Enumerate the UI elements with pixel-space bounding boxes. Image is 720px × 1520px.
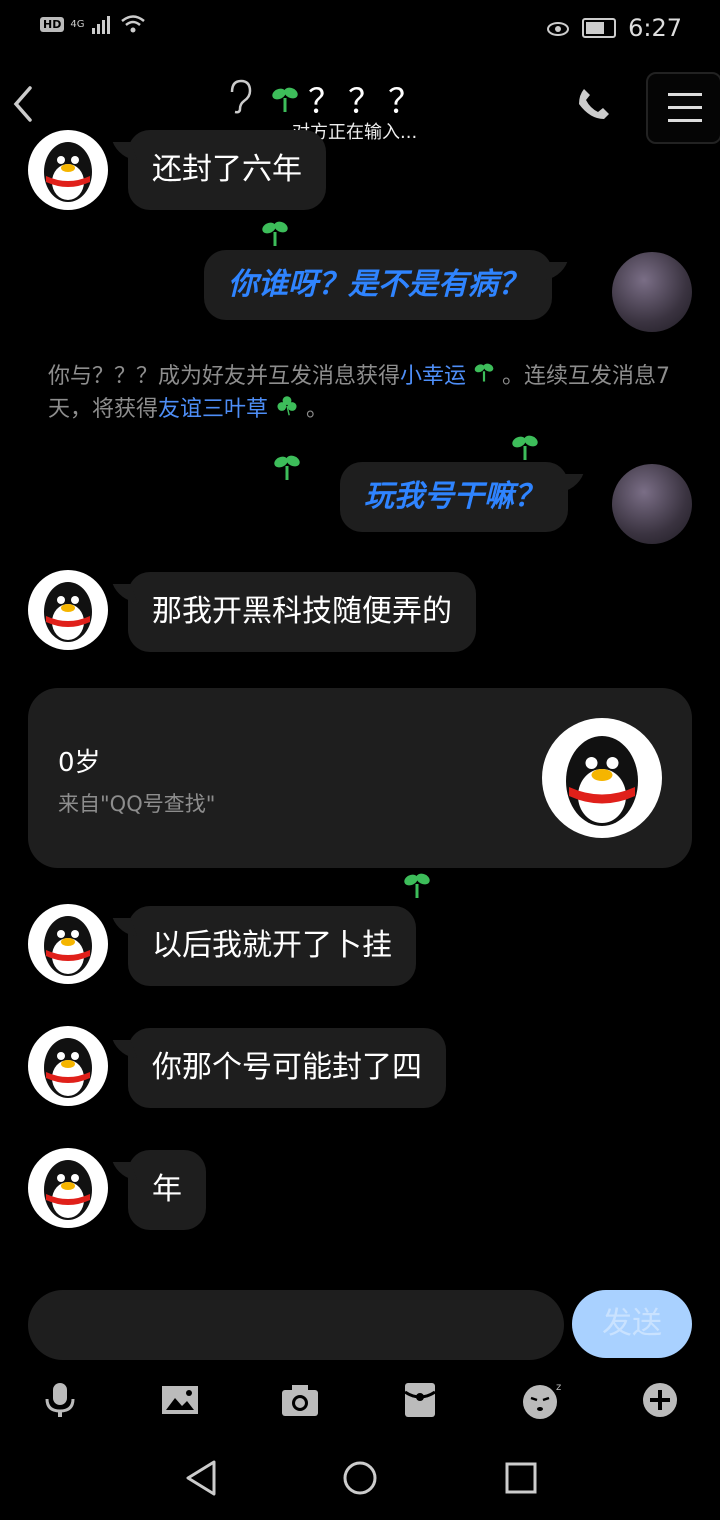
chat-header: ？？？ 对方正在输入... (0, 56, 720, 148)
nav-back-icon[interactable] (184, 1458, 218, 1498)
contact-title[interactable]: ？？？ (270, 74, 428, 123)
my-avatar[interactable] (612, 464, 692, 544)
penguin-icon (44, 1160, 92, 1220)
penguin-icon (44, 142, 92, 202)
my-avatar[interactable] (612, 252, 692, 332)
menu-icon (668, 93, 702, 96)
clover-icon (277, 396, 297, 416)
system-notice: 你与？？？成为好友并互发消息获得小幸运 。连续互发消息7天，将获得友谊三叶草 。 (48, 360, 678, 426)
plus-icon[interactable] (640, 1380, 680, 1420)
profile-card[interactable]: 0岁 来自"QQ号查找" (28, 688, 692, 868)
red-packet-icon[interactable] (400, 1380, 440, 1420)
message-bubble[interactable]: 还封了六年 (128, 130, 326, 210)
battery-icon (582, 18, 617, 38)
camera-icon[interactable] (280, 1380, 320, 1420)
my-message-bubble[interactable]: 你谁呀？是不是有病？ (204, 250, 552, 320)
eye-comfort-icon (547, 22, 570, 36)
sprout-icon (474, 363, 494, 382)
contact-avatar[interactable] (28, 1148, 108, 1228)
contact-avatar[interactable] (28, 904, 108, 984)
card-age: 0岁 (58, 748, 101, 778)
penguin-icon (44, 916, 92, 976)
emoji-icon[interactable]: z (520, 1380, 564, 1420)
penguin-icon (44, 582, 92, 642)
penguin-icon (566, 736, 638, 826)
sprout-icon (512, 435, 538, 460)
wifi-icon (121, 15, 146, 33)
message-bubble[interactable]: 以后我就开了卜挂 (128, 906, 416, 986)
send-button[interactable]: 发送 (572, 1290, 692, 1358)
message-input[interactable] (28, 1290, 564, 1360)
penguin-icon (44, 1038, 92, 1098)
card-avatar (542, 718, 662, 838)
microphone-icon[interactable] (40, 1380, 80, 1420)
status-left: HD 4G (40, 14, 146, 34)
menu-button[interactable] (646, 72, 720, 144)
message-bubble[interactable]: 那我开黑科技随便弄的 (128, 572, 476, 652)
nav-recents-icon[interactable] (504, 1458, 538, 1498)
sprout-icon (274, 455, 300, 480)
card-source: 来自"QQ号查找" (58, 792, 216, 816)
hd-badge: HD (40, 16, 65, 32)
clock: 6:27 (628, 14, 682, 42)
sprout-icon (404, 873, 430, 898)
lucky-link[interactable]: 小幸运 (400, 364, 466, 389)
network-label: 4G (70, 18, 85, 30)
signal-icon (92, 16, 111, 34)
contact-name: ？？？ (308, 82, 428, 122)
ear-icon[interactable] (226, 78, 254, 118)
message-bubble[interactable]: 年 (128, 1150, 206, 1230)
message-bubble[interactable]: 你那个号可能封了四 (128, 1028, 446, 1108)
chevron-left-icon (13, 86, 32, 122)
contact-avatar[interactable] (28, 130, 108, 210)
image-icon[interactable] (160, 1380, 200, 1420)
svg-text:z: z (556, 1382, 561, 1393)
my-message-bubble[interactable]: 玩我号干嘛？ (340, 462, 568, 532)
phone-icon (579, 89, 609, 119)
back-button[interactable] (10, 84, 36, 134)
sprout-icon (272, 87, 298, 112)
call-button[interactable] (576, 86, 612, 126)
contact-avatar[interactable] (28, 570, 108, 650)
contact-avatar[interactable] (28, 1026, 108, 1106)
status-right: 6:27 (546, 14, 682, 42)
nav-home-icon[interactable] (342, 1458, 378, 1498)
clover-link[interactable]: 友谊三叶草 (158, 397, 268, 422)
sprout-icon (262, 221, 288, 246)
status-bar: HD 4G 6:27 (0, 0, 720, 56)
